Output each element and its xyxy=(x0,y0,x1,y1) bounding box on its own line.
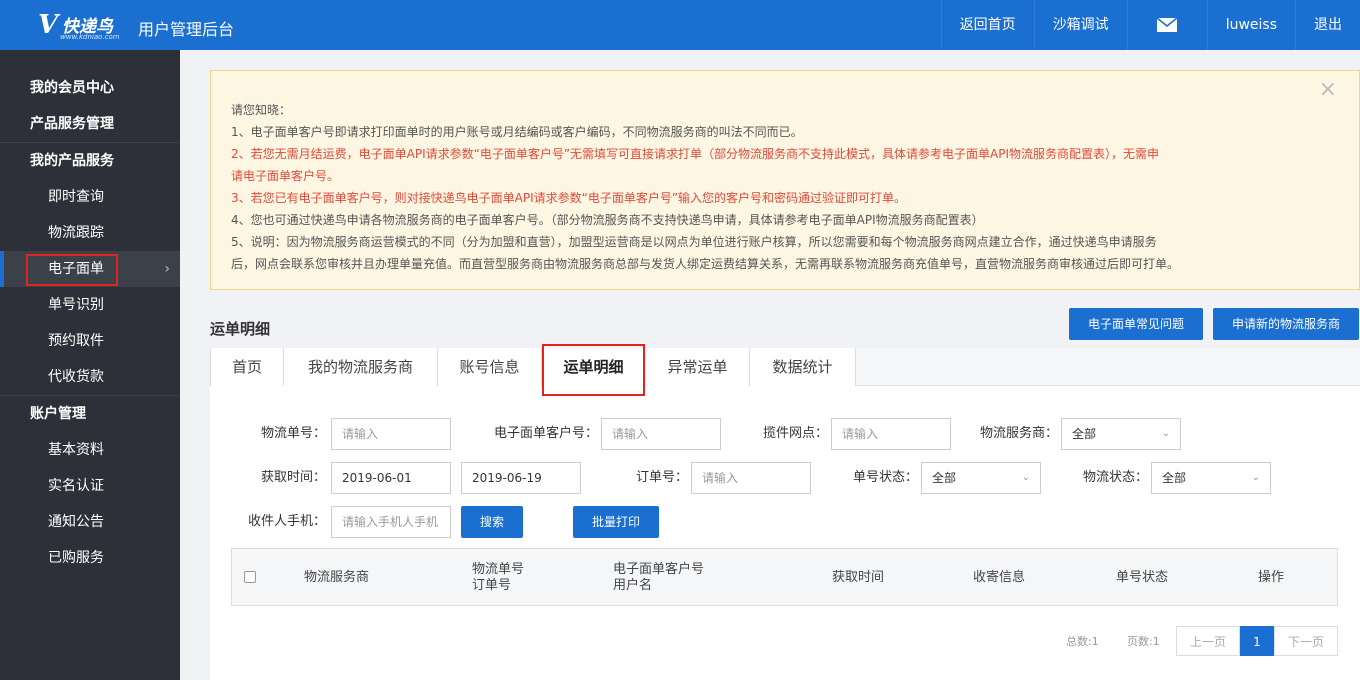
sidebar-item-notices[interactable]: 通知公告 xyxy=(0,504,180,540)
bill-status-label: 单号状态： xyxy=(852,470,918,485)
logo-url: www.kdniao.com xyxy=(60,33,120,41)
customer-no-label: 电子面单客户号： xyxy=(493,426,598,441)
sidebar-group-product-management[interactable]: 产品服务管理 xyxy=(0,106,180,142)
tab-exceptions[interactable]: 异常运单 xyxy=(646,348,750,386)
nav-mail-button[interactable] xyxy=(1126,0,1207,50)
tab-account-info[interactable]: 账号信息 xyxy=(438,348,542,386)
th-time: 获取时间 xyxy=(832,570,885,585)
th-order-no: 订单号 xyxy=(472,578,512,593)
nav-username[interactable]: luweiss xyxy=(1206,0,1295,50)
bill-status-select[interactable]: 全部 ⌄ xyxy=(921,462,1041,494)
sidebar-item-instant-query[interactable]: 即时查询 xyxy=(0,179,180,215)
page-1-button[interactable]: 1 xyxy=(1240,626,1274,656)
select-all-checkbox[interactable] xyxy=(244,571,256,583)
tracking-no-label: 物流单号： xyxy=(260,426,326,441)
notice-title: 请您知晓： xyxy=(231,103,292,117)
outlet-input[interactable]: 请输入 xyxy=(831,418,951,450)
chevron-down-icon: ⌄ xyxy=(1161,428,1170,439)
outlet-label: 揽件网点： xyxy=(762,426,828,441)
faq-button[interactable]: 电子面单常见问题 xyxy=(1069,308,1203,340)
nav-sandbox-link[interactable]: 沙箱调试 xyxy=(1033,0,1127,50)
app-title: 用户管理后台 xyxy=(138,20,235,39)
th-action: 操作 xyxy=(1258,570,1285,585)
sidebar-item-e-waybill[interactable]: 电子面单 › xyxy=(0,251,180,287)
active-indicator xyxy=(0,251,4,287)
highlight-box xyxy=(542,344,645,396)
logo-v-mark: V xyxy=(38,10,59,40)
notice-line-1: 1、电子面单客户号即请求打印面单时的用户账号或月结编码或客户编码，不同物流服务商… xyxy=(231,125,803,139)
sidebar-group-account[interactable]: 账户管理 xyxy=(0,396,180,432)
tab-home[interactable]: 首页 xyxy=(210,348,284,386)
kdniao-logo[interactable]: V 快递鸟 www.kdniao.com xyxy=(38,10,128,41)
date-from-input[interactable]: 2019-06-01 xyxy=(331,462,451,494)
search-button[interactable]: 搜索 xyxy=(461,506,523,538)
sidebar-item-purchased[interactable]: 已购服务 xyxy=(0,540,180,576)
th-tracking-no: 物流单号 xyxy=(472,562,525,577)
tab-my-carriers[interactable]: 我的物流服务商 xyxy=(284,348,438,386)
top-header: V 快递鸟 www.kdniao.com 用户管理后台 返回首页 沙箱调试 lu… xyxy=(0,0,1360,50)
th-customer-no: 电子面单客户号 xyxy=(613,562,705,577)
sidebar-item-number-recognition[interactable]: 单号识别 xyxy=(0,287,180,323)
pagination-pages: 页数:1 xyxy=(1127,635,1160,648)
sidebar: 我的会员中心 产品服务管理 我的产品服务 即时查询 物流跟踪 电子面单 › 单号… xyxy=(0,50,180,680)
pagination-total: 总数:1 xyxy=(1066,635,1099,648)
carrier-select-value: 全部 xyxy=(1072,427,1097,441)
phone-label: 收件人手机： xyxy=(247,514,326,529)
customer-no-input[interactable]: 请输入 xyxy=(601,418,721,450)
th-status: 单号状态 xyxy=(1116,570,1169,585)
tab-waybill-details[interactable]: 运单明细 xyxy=(542,344,645,396)
table-header: 物流服务商 物流单号 订单号 电子面单客户号 用户名 获取时间 收寄信息 单号状… xyxy=(231,548,1338,606)
nav-home-link[interactable]: 返回首页 xyxy=(940,0,1034,50)
sidebar-item-pickup[interactable]: 预约取件 xyxy=(0,323,180,359)
batch-print-button[interactable]: 批量打印 xyxy=(573,506,659,538)
close-icon[interactable]: × xyxy=(1319,79,1337,101)
notice-line-5-cont: 后，网点会联系您审核并且办理单量充值。而直营型服务商由物流服务商总部与发货人绑定… xyxy=(231,257,1180,271)
th-carrier: 物流服务商 xyxy=(304,570,370,585)
top-nav: 返回首页 沙箱调试 luweiss 退出 xyxy=(940,0,1360,50)
sidebar-item-cod[interactable]: 代收货款 xyxy=(0,359,180,395)
logistics-status-value: 全部 xyxy=(1162,471,1187,485)
tracking-no-input[interactable]: 请输入 xyxy=(331,418,451,450)
section-title: 运单明细 xyxy=(210,320,271,338)
sidebar-group-member-center[interactable]: 我的会员中心 xyxy=(0,70,180,106)
carrier-select[interactable]: 全部 ⌄ xyxy=(1061,418,1181,450)
notice-box: × 请您知晓： 1、电子面单客户号即请求打印面单时的用户账号或月结编码或客户编码… xyxy=(210,70,1360,290)
prev-page-button[interactable]: 上一页 xyxy=(1176,626,1240,656)
notice-line-2-cont: 请电子面单客户号。 xyxy=(231,169,340,183)
chevron-down-icon: ⌄ xyxy=(1021,472,1030,483)
time-label: 获取时间： xyxy=(260,470,326,485)
carrier-label: 物流服务商： xyxy=(979,426,1058,441)
th-recipient: 收寄信息 xyxy=(973,570,1026,585)
date-to-input[interactable]: 2019-06-19 xyxy=(461,462,581,494)
apply-carrier-button[interactable]: 申请新的物流服务商 xyxy=(1213,308,1359,340)
order-no-label: 订单号： xyxy=(635,470,688,485)
phone-input[interactable]: 请输入手机人手机 xyxy=(331,506,451,538)
tabs-bar: 首页 我的物流服务商 账号信息 运单明细 异常运单 数据统计 xyxy=(210,344,1360,396)
logistics-status-label: 物流状态： xyxy=(1082,470,1148,485)
chevron-down-icon: ⌄ xyxy=(1251,472,1260,483)
notice-line-4: 4、您也可通过快递鸟申请各物流服务商的电子面单客户号。（部分物流服务商不支持快递… xyxy=(231,213,984,227)
notice-line-2: 2、若您无需月结运费，电子面单API请求参数“电子面单客户号”无需填写可直接请求… xyxy=(231,147,1160,161)
sidebar-item-profile[interactable]: 基本资料 xyxy=(0,432,180,468)
sidebar-item-tracking[interactable]: 物流跟踪 xyxy=(0,215,180,251)
order-no-input[interactable]: 请输入 xyxy=(691,462,811,494)
tab-statistics[interactable]: 数据统计 xyxy=(750,348,856,386)
nav-logout-link[interactable]: 退出 xyxy=(1295,0,1360,50)
sidebar-item-verification[interactable]: 实名认证 xyxy=(0,468,180,504)
mail-icon xyxy=(1157,18,1178,32)
th-username: 用户名 xyxy=(613,578,653,593)
logistics-status-select[interactable]: 全部 ⌄ xyxy=(1151,462,1271,494)
chevron-right-icon: › xyxy=(164,261,170,277)
highlight-box xyxy=(26,254,118,286)
notice-line-3: 3、若您已有电子面单客户号，则对接快递鸟电子面单API请求参数“电子面单客户号”… xyxy=(231,191,907,205)
notice-line-5: 5、说明：因为物流服务商运营模式的不同（分为加盟和直营），加盟型运营商是以网点为… xyxy=(231,235,1157,249)
next-page-button[interactable]: 下一页 xyxy=(1274,626,1338,656)
sidebar-group-my-products[interactable]: 我的产品服务 xyxy=(0,143,180,179)
bill-status-value: 全部 xyxy=(932,471,957,485)
